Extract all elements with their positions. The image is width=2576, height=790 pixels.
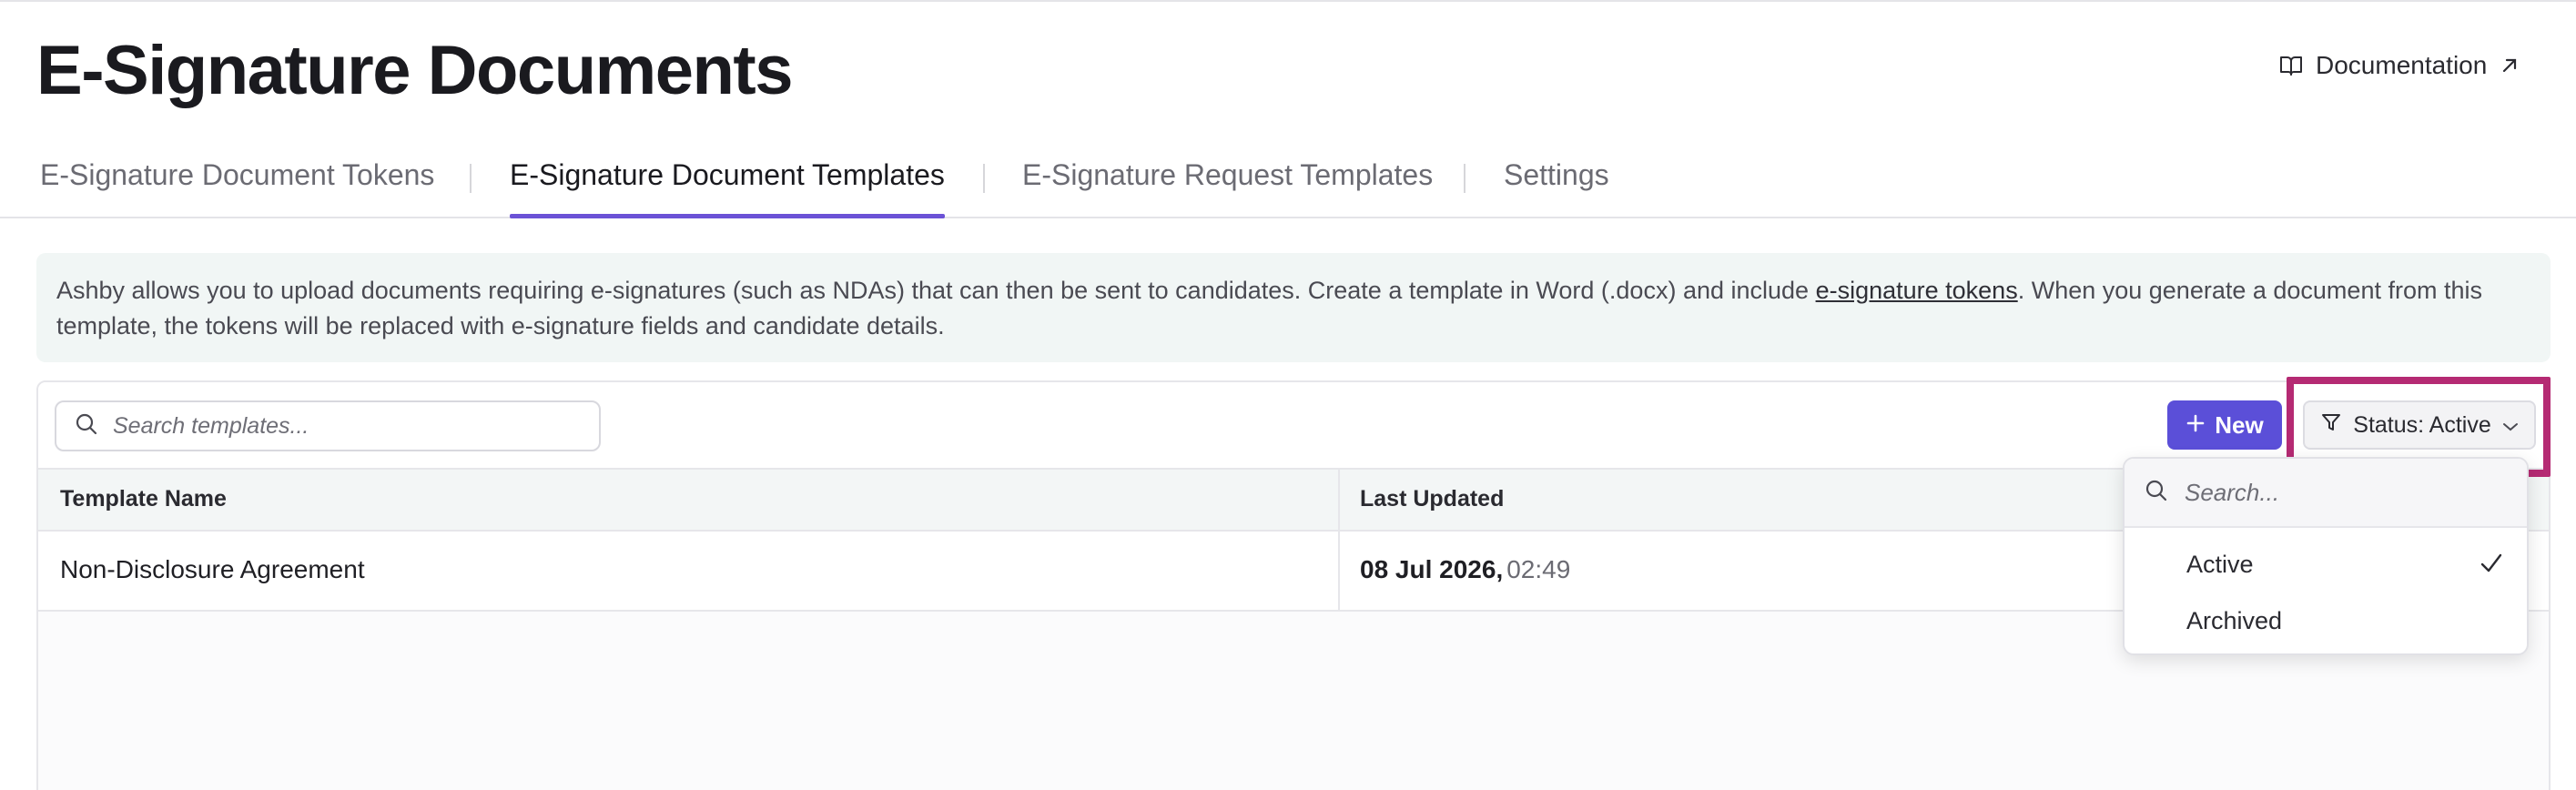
tab-label: Settings (1504, 158, 1609, 191)
top-divider (0, 0, 2576, 4)
tab-label: E-Signature Document Templates (510, 158, 945, 191)
updated-time: 02:49 (1506, 555, 1571, 583)
book-icon (2279, 55, 2303, 76)
status-filter-label: Status: Active (2353, 411, 2491, 438)
column-divider (1338, 468, 1340, 612)
external-link-icon (2500, 56, 2520, 76)
tab-document-templates[interactable]: E-Signature Document Templates (510, 158, 945, 218)
documentation-label: Documentation (2316, 51, 2488, 79)
search-templates[interactable] (55, 400, 601, 451)
search-icon (75, 412, 98, 441)
new-button-label: New (2215, 410, 2264, 439)
option-label: Archived (2186, 606, 2283, 634)
page: E-Signature Documents Documentation E-Si… (0, 0, 2576, 790)
status-filter-button[interactable]: Status: Active (2303, 400, 2536, 450)
filter-icon (2320, 411, 2342, 440)
status-dropdown-menu: Active Archived (2123, 457, 2529, 655)
tab-settings[interactable]: Settings (1504, 158, 1609, 217)
search-icon (2145, 479, 2168, 507)
template-name-cell: Non-Disclosure Agreement (60, 555, 365, 583)
chevron-down-icon (2502, 412, 2519, 439)
new-template-button[interactable]: New (2167, 400, 2282, 450)
dropdown-search-input[interactable] (2185, 478, 2494, 507)
tab-separator (470, 164, 472, 193)
tab-request-templates[interactable]: E-Signature Request Templates (1022, 158, 1433, 217)
status-option-archived[interactable]: Archived (2125, 593, 2527, 648)
search-templates-input[interactable] (113, 412, 586, 440)
updated-date: 08 Jul 2026, (1360, 555, 1504, 583)
column-header-template-name[interactable]: Template Name (60, 486, 227, 512)
tab-document-tokens[interactable]: E-Signature Document Tokens (40, 158, 434, 217)
check-icon (2478, 550, 2505, 583)
dropdown-search[interactable] (2125, 459, 2527, 528)
tab-label: E-Signature Document Tokens (40, 158, 435, 191)
page-title: E-Signature Documents (36, 32, 793, 109)
tab-bar: E-Signature Document Tokens E-Signature … (0, 146, 2576, 218)
esignature-tokens-link[interactable]: e-signature tokens (1816, 277, 2018, 304)
option-label: Active (2186, 550, 2254, 578)
banner-text: Ashby allows you to upload documents req… (56, 277, 1816, 304)
tab-label: E-Signature Request Templates (1022, 158, 1434, 191)
table-toolbar: New Status: Active (38, 382, 2549, 468)
tab-separator (1464, 164, 1465, 193)
tab-separator (983, 164, 985, 193)
column-header-last-updated[interactable]: Last Updated (1360, 486, 1504, 512)
plus-icon (2186, 411, 2206, 440)
documentation-link[interactable]: Documentation (2279, 47, 2520, 84)
info-banner: Ashby allows you to upload documents req… (36, 253, 2551, 362)
last-updated-cell: 08 Jul 2026, 02:49 (1360, 555, 1570, 584)
status-option-active[interactable]: Active (2125, 537, 2527, 592)
